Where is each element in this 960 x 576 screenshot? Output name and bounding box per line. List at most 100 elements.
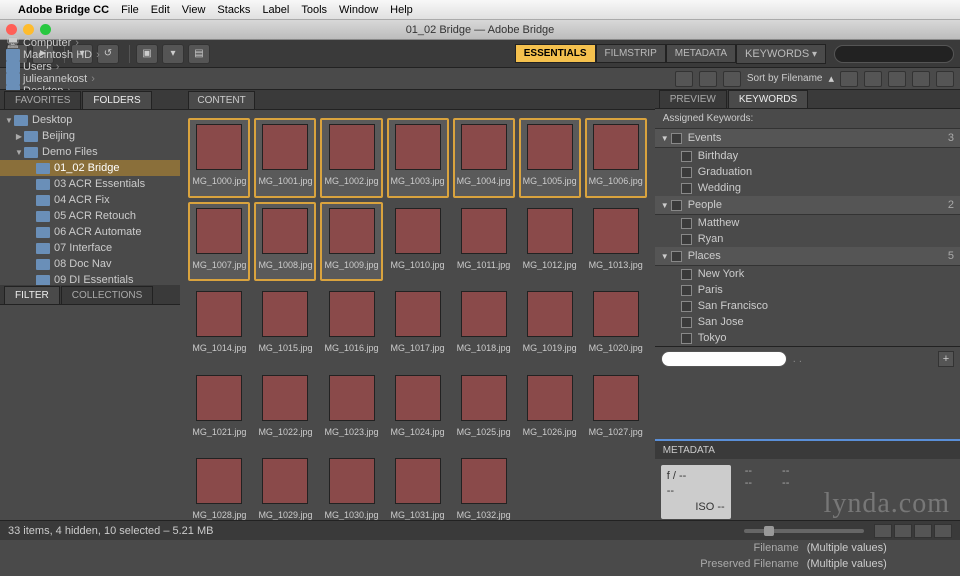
workspace-essentials[interactable]: ESSENTIALS xyxy=(515,44,596,63)
breadcrumb[interactable]: Macintosh HD› xyxy=(6,49,104,61)
menu-help[interactable]: Help xyxy=(390,4,413,16)
favorites-toggle-button[interactable] xyxy=(699,71,717,87)
tree-item[interactable]: 06 ACR Automate xyxy=(0,224,180,240)
thumbnail[interactable]: MG_1022.jpg xyxy=(254,369,316,449)
breadcrumb[interactable]: 🖥Computer› xyxy=(6,36,104,49)
workspace-metadata[interactable]: METADATA xyxy=(666,44,736,63)
keyword-group[interactable]: ▼People2 xyxy=(655,196,960,215)
thumbnail[interactable]: MG_1002.jpg xyxy=(320,118,382,198)
thumbnail[interactable]: MG_1010.jpg xyxy=(387,202,449,282)
keyword-group[interactable]: ▼Places5 xyxy=(655,247,960,266)
tree-item[interactable]: ▼Demo Files xyxy=(0,144,180,160)
breadcrumb[interactable]: julieannekost› xyxy=(6,73,104,85)
tree-item[interactable]: 05 ACR Retouch xyxy=(0,208,180,224)
thumbnail[interactable]: MG_1027.jpg xyxy=(585,369,647,449)
keyword-checkbox[interactable] xyxy=(671,251,682,262)
menu-edit[interactable]: Edit xyxy=(151,4,170,16)
thumbnail[interactable]: MG_1017.jpg xyxy=(387,285,449,365)
thumbnail-grid[interactable]: MG_1000.jpgMG_1001.jpgMG_1002.jpgMG_1003… xyxy=(180,110,654,540)
thumbnail[interactable]: MG_1016.jpg xyxy=(320,285,382,365)
tree-item[interactable]: 04 ACR Fix xyxy=(0,192,180,208)
keyword-checkbox[interactable] xyxy=(681,333,692,344)
keyword-item[interactable]: New York xyxy=(655,266,960,282)
thumbnail[interactable]: MG_1026.jpg xyxy=(519,369,581,449)
thumbnail[interactable]: MG_1024.jpg xyxy=(387,369,449,449)
workspace-filmstrip[interactable]: FILMSTRIP xyxy=(596,44,666,63)
tree-item[interactable]: 07 Interface xyxy=(0,240,180,256)
view-details-button[interactable] xyxy=(914,524,932,538)
tab-content[interactable]: CONTENT xyxy=(188,91,254,109)
keyword-checkbox[interactable] xyxy=(681,234,692,245)
tree-item[interactable]: 01_02 Bridge xyxy=(0,160,180,176)
keyword-item[interactable]: Ryan xyxy=(655,231,960,247)
sort-asc-button[interactable] xyxy=(840,71,858,87)
thumbnail[interactable]: MG_1003.jpg xyxy=(387,118,449,198)
keyword-item[interactable]: Matthew xyxy=(655,215,960,231)
tab-keywords[interactable]: KEYWORDS xyxy=(728,90,808,108)
thumbnail[interactable]: MG_1005.jpg xyxy=(519,118,581,198)
sort-label[interactable]: Sort by Filename xyxy=(747,73,823,84)
keyword-group[interactable]: ▼Events3 xyxy=(655,129,960,148)
keyword-search-input[interactable] xyxy=(661,351,787,367)
view-grid-button[interactable] xyxy=(894,524,912,538)
new-folder-button[interactable] xyxy=(864,71,882,87)
keyword-checkbox[interactable] xyxy=(681,301,692,312)
keyword-checkbox[interactable] xyxy=(681,317,692,328)
thumbnail[interactable]: MG_1004.jpg xyxy=(453,118,515,198)
keyword-item[interactable]: Tokyo xyxy=(655,330,960,346)
thumbnail[interactable]: MG_1006.jpg xyxy=(585,118,647,198)
keyword-checkbox[interactable] xyxy=(681,183,692,194)
keyword-item[interactable]: San Jose xyxy=(655,314,960,330)
rotate-cw-button[interactable] xyxy=(912,71,930,87)
thumbnail[interactable]: MG_1020.jpg xyxy=(585,285,647,365)
thumbnail[interactable]: MG_1014.jpg xyxy=(188,285,250,365)
new-keyword-button[interactable]: + xyxy=(938,351,954,367)
keyword-checkbox[interactable] xyxy=(681,285,692,296)
thumbnail[interactable]: MG_1018.jpg xyxy=(453,285,515,365)
thumbnail[interactable]: MG_1013.jpg xyxy=(585,202,647,282)
keyword-checkbox[interactable] xyxy=(671,200,682,211)
thumbnail[interactable]: MG_1012.jpg xyxy=(519,202,581,282)
keyword-checkbox[interactable] xyxy=(681,269,692,280)
refine-button[interactable]: ▾ xyxy=(162,44,184,64)
keyword-checkbox[interactable] xyxy=(681,167,692,178)
tab-filter[interactable]: FILTER xyxy=(4,286,60,304)
filter-star-button[interactable] xyxy=(723,71,741,87)
tab-metadata[interactable]: METADATA xyxy=(663,445,715,456)
tree-item[interactable]: ▼Desktop xyxy=(0,112,180,128)
thumbnail[interactable]: MG_1001.jpg xyxy=(254,118,316,198)
workspace-keywords[interactable]: KEYWORDS ▾ xyxy=(736,44,826,64)
thumbnail[interactable]: MG_1025.jpg xyxy=(453,369,515,449)
tab-favorites[interactable]: FAVORITES xyxy=(4,91,81,109)
rotate-ccw-button[interactable] xyxy=(888,71,906,87)
menu-window[interactable]: Window xyxy=(339,4,378,16)
tab-collections[interactable]: COLLECTIONS xyxy=(61,286,154,304)
keyword-checkbox[interactable] xyxy=(671,133,682,144)
menu-view[interactable]: View xyxy=(182,4,206,16)
camera-import-button[interactable]: ▣ xyxy=(136,44,158,64)
thumbnail[interactable]: MG_1008.jpg xyxy=(254,202,316,282)
thumbnail[interactable]: MG_1021.jpg xyxy=(188,369,250,449)
tree-item[interactable]: ▶Beijing xyxy=(0,128,180,144)
keyword-item[interactable]: Paris xyxy=(655,282,960,298)
breadcrumb[interactable]: Users› xyxy=(6,61,104,73)
thumbnail[interactable]: MG_1015.jpg xyxy=(254,285,316,365)
close-window-button[interactable] xyxy=(6,24,17,35)
tree-item[interactable]: 03 ACR Essentials xyxy=(0,176,180,192)
lock-thumb-grid-button[interactable] xyxy=(874,524,892,538)
recent-folders-button[interactable] xyxy=(675,71,693,87)
thumbnail[interactable]: MG_1007.jpg xyxy=(188,202,250,282)
sort-chevron-icon[interactable]: ▴ xyxy=(828,72,834,85)
tab-preview[interactable]: PREVIEW xyxy=(659,90,727,108)
view-list-button[interactable] xyxy=(934,524,952,538)
menu-label[interactable]: Label xyxy=(262,4,289,16)
tree-item[interactable]: 08 Doc Nav xyxy=(0,256,180,272)
menu-stacks[interactable]: Stacks xyxy=(217,4,250,16)
app-name[interactable]: Adobe Bridge CC xyxy=(18,4,109,16)
menu-tools[interactable]: Tools xyxy=(301,4,327,16)
thumbnail[interactable]: MG_1011.jpg xyxy=(453,202,515,282)
open-recent-button[interactable]: ▤ xyxy=(188,44,210,64)
thumbnail[interactable]: MG_1000.jpg xyxy=(188,118,250,198)
keyword-item[interactable]: Wedding xyxy=(655,180,960,196)
keyword-item[interactable]: Graduation xyxy=(655,164,960,180)
